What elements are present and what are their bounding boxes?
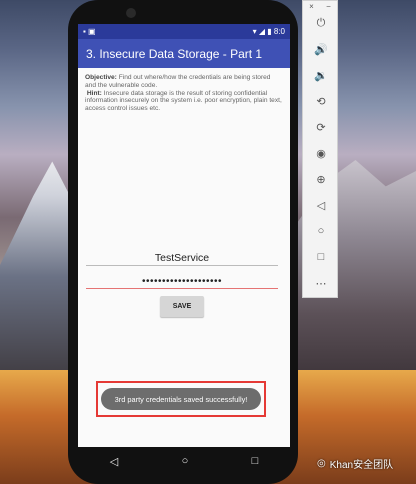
- volume-up-icon[interactable]: 🔊: [303, 43, 339, 56]
- toast-message: 3rd party credentials saved successfully…: [101, 388, 261, 410]
- hint-label: Hint:: [86, 89, 102, 97]
- emulator-phone: ▪ ▣ ▾ ◢ ▮ 8:0 3. Insecure Data Storage -…: [68, 0, 298, 484]
- hint-text: Insecure data storage is the result of s…: [85, 89, 282, 113]
- watermark: ◎ Khan安全团队: [317, 456, 393, 471]
- home-icon[interactable]: ○: [182, 455, 189, 467]
- back-icon[interactable]: ◁: [110, 455, 118, 468]
- more-icon[interactable]: ⋯: [303, 277, 339, 290]
- status-bar: ▪ ▣ ▾ ◢ ▮ 8:0: [78, 24, 290, 39]
- overview-nav-icon[interactable]: □: [303, 251, 339, 263]
- service-input[interactable]: TestService: [86, 252, 278, 264]
- password-input-underline: [86, 288, 278, 289]
- power-icon[interactable]: ⏻: [303, 17, 339, 30]
- close-icon[interactable]: ×: [309, 2, 314, 11]
- watermark-text: Khan安全团队: [329, 460, 394, 471]
- toast-highlight-box: 3rd party credentials saved successfully…: [96, 381, 266, 417]
- status-icons-left: ▪ ▣: [83, 27, 96, 36]
- status-time: 8:0: [273, 27, 285, 36]
- camera-icon[interactable]: ◉: [303, 147, 339, 160]
- emulator-toolbar: × − ⏻ 🔊 🔉 ⟲ ⟳ ◉ ⊕ ◁ ○ □ ⋯: [302, 0, 338, 298]
- phone-screen: ▪ ▣ ▾ ◢ ▮ 8:0 3. Insecure Data Storage -…: [78, 24, 290, 447]
- service-input-underline: [86, 265, 278, 266]
- home-nav-icon[interactable]: ○: [303, 225, 339, 237]
- rotate-right-icon[interactable]: ⟳: [303, 121, 339, 134]
- recents-icon[interactable]: □: [252, 455, 259, 467]
- android-nav-bar: ◁ ○ □: [78, 447, 290, 475]
- app-title: 3. Insecure Data Storage - Part 1: [86, 46, 263, 61]
- challenge-description: Objective: Find out where/how the creden…: [78, 68, 290, 113]
- password-input[interactable]: ••••••••••••••••••••: [86, 276, 278, 287]
- back-nav-icon[interactable]: ◁: [303, 199, 339, 212]
- status-right: ▾ ◢ ▮ 8:0: [252, 27, 285, 36]
- save-button[interactable]: SAVE: [160, 296, 204, 317]
- volume-down-icon[interactable]: 🔉: [303, 69, 339, 82]
- zoom-icon[interactable]: ⊕: [303, 173, 339, 186]
- wechat-icon: ◎: [317, 458, 326, 469]
- app-bar: 3. Insecure Data Storage - Part 1: [78, 39, 290, 68]
- objective-label: Objective:: [85, 74, 117, 81]
- minimize-icon[interactable]: −: [326, 2, 331, 11]
- rotate-left-icon[interactable]: ⟲: [303, 95, 339, 108]
